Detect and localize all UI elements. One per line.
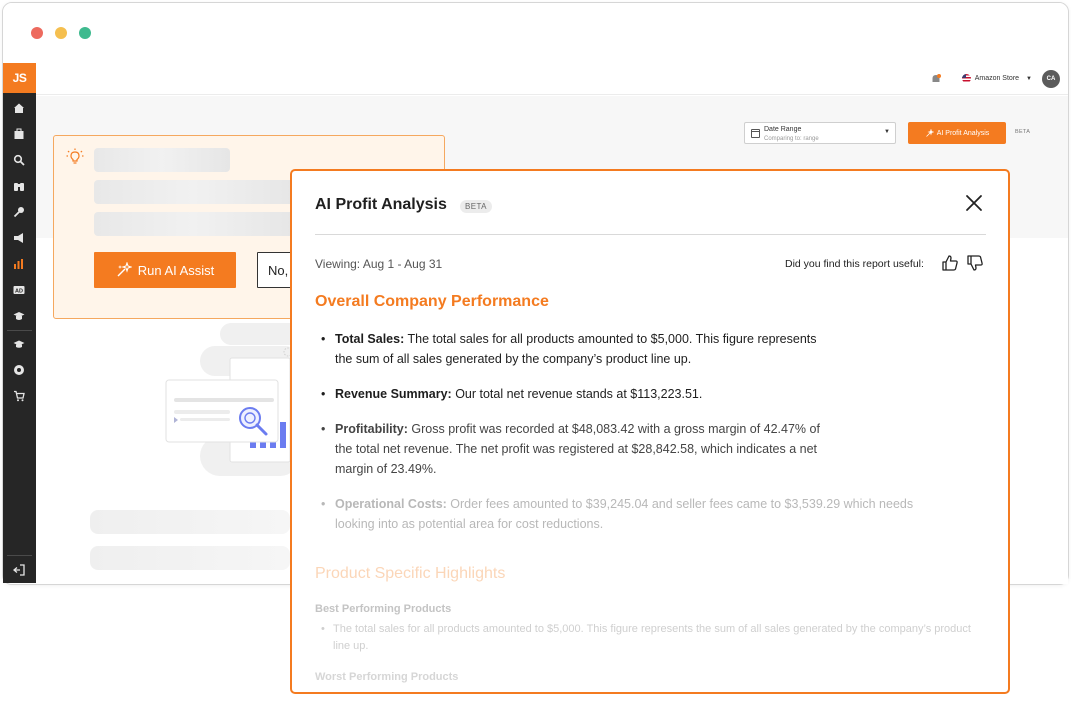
run-ai-assist-label: Run AI Assist	[137, 262, 215, 278]
close-window-button[interactable]	[31, 27, 43, 39]
divider	[315, 234, 986, 235]
viewing-range: Viewing: Aug 1 - Aug 31	[315, 257, 443, 271]
avatar[interactable]: CA	[1042, 70, 1060, 88]
store-label: Amazon Store	[974, 75, 1020, 82]
skeleton-line	[94, 148, 230, 172]
minimize-window-button[interactable]	[55, 27, 67, 39]
list-item: Total Sales: The total sales for all pro…	[315, 329, 825, 369]
ai-profit-analysis-label: AI Profit Analysis	[936, 129, 990, 137]
thumbs-up-icon[interactable]	[941, 254, 959, 272]
sparkle-icon	[117, 262, 132, 277]
section-title-overall: Overall Company Performance	[315, 293, 549, 310]
bullet-label: Operational Costs:	[335, 497, 447, 511]
no-button-label: No,	[268, 262, 289, 278]
best-performing-heading: Best Performing Products	[315, 603, 452, 615]
close-icon[interactable]	[965, 194, 983, 212]
app-topbar: Amazon Store ▼ CA	[36, 63, 1068, 95]
date-range-picker[interactable]: Date Range Comparing to: range ▼	[744, 122, 896, 144]
worst-performing-heading: Worst Performing Products	[315, 671, 459, 683]
maximize-window-button[interactable]	[79, 27, 91, 39]
search-icon[interactable]	[12, 153, 26, 167]
calendar-icon	[751, 129, 760, 138]
logout-icon[interactable]	[12, 563, 26, 577]
bullet-text: Gross profit was recorded at $48,083.42 …	[335, 422, 820, 476]
cart-icon[interactable]	[12, 389, 26, 403]
chevron-down-icon: ▼	[884, 129, 890, 135]
bullet-label: Revenue Summary:	[335, 387, 452, 401]
modal-title: AI Profit Analysis	[315, 196, 447, 213]
date-range-label: Date Range	[764, 126, 802, 133]
ad-icon[interactable]: AD	[12, 283, 26, 297]
performance-bullet-list: Total Sales: The total sales for all pro…	[315, 329, 975, 549]
store-selector[interactable]: Amazon Store ▼	[961, 74, 1032, 83]
bullet-text: Our total net revenue stands at $113,223…	[451, 387, 703, 401]
section-title-product: Product Specific Highlights	[315, 565, 506, 582]
ai-profit-analysis-button[interactable]: AI Profit Analysis	[908, 122, 1006, 144]
beta-badge: BETA	[1015, 129, 1031, 135]
megaphone-icon[interactable]	[12, 231, 26, 245]
skeleton-bar	[90, 510, 290, 534]
bullet-text: The total sales for all products amounte…	[335, 332, 817, 366]
skeleton-bar	[90, 546, 290, 570]
sparkle-icon	[925, 128, 934, 137]
list-item: Profitability: Gross profit was recorded…	[315, 419, 835, 479]
list-item: The total sales for all products amounte…	[315, 621, 985, 655]
binoculars-icon[interactable]	[12, 179, 26, 193]
chevron-down-icon: ▼	[1026, 75, 1032, 82]
skeleton-line	[94, 212, 294, 236]
svg-text:AD: AD	[15, 288, 23, 294]
bullet-label: Total Sales:	[335, 332, 405, 346]
home-icon[interactable]	[12, 101, 26, 115]
beta-badge: BETA	[460, 200, 492, 213]
chrome-extension-icon[interactable]	[12, 363, 26, 377]
list-item: Revenue Summary: Our total net revenue s…	[315, 384, 975, 404]
app-logo[interactable]: JS	[3, 63, 36, 93]
graduation-icon[interactable]	[12, 309, 26, 323]
bullet-label: Profitability:	[335, 422, 408, 436]
bar-chart-icon[interactable]	[12, 257, 26, 271]
feedback-question: Did you find this report useful:	[785, 258, 924, 270]
window-titlebar	[3, 3, 1068, 65]
notification-bell-icon[interactable]	[930, 73, 942, 85]
run-ai-assist-button[interactable]: Run AI Assist	[94, 252, 236, 288]
key-icon[interactable]	[12, 205, 26, 219]
empty-state-illustration	[165, 323, 300, 476]
lightbulb-icon	[66, 148, 84, 164]
date-range-sublabel: Comparing to: range	[764, 136, 819, 142]
skeleton-line	[94, 180, 294, 204]
academy-icon[interactable]	[12, 337, 26, 351]
us-flag-icon	[961, 74, 971, 83]
sidebar: JS AD	[3, 63, 36, 583]
list-item: Operational Costs: Order fees amounted t…	[315, 494, 955, 534]
ai-profit-analysis-modal: AI Profit Analysis BETA Viewing: Aug 1 -…	[290, 169, 1010, 694]
box-icon[interactable]	[12, 127, 26, 141]
thumbs-down-icon[interactable]	[966, 254, 984, 272]
